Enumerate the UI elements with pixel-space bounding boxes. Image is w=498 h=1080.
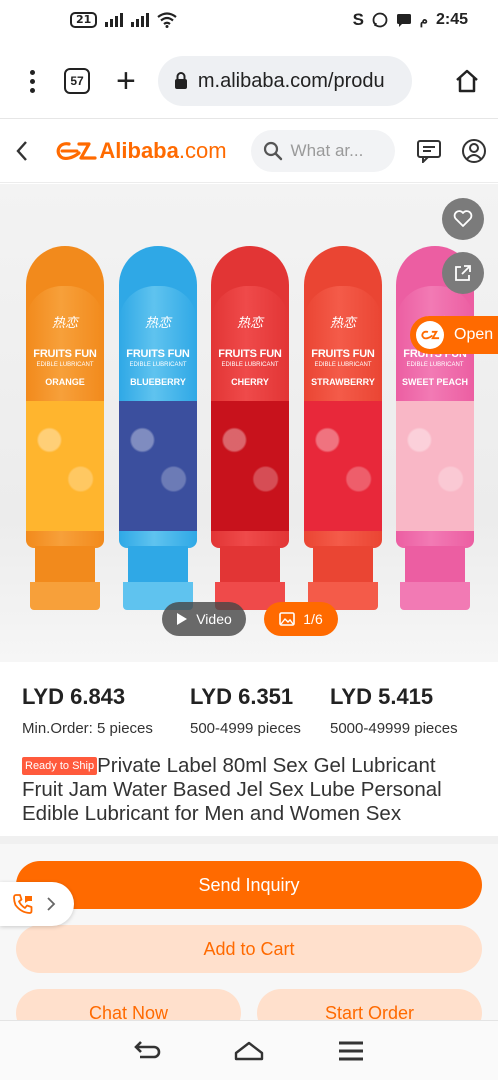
bottle-line: FRUITS FUN	[311, 348, 375, 360]
product-bottle: 热恋FRUITS FUNEDIBLE LUBRICANTORANGEC 80ml…	[26, 246, 104, 618]
site-header: Alibaba.com What ar...	[0, 119, 498, 183]
bottle-line: FRUITS FUN	[218, 348, 282, 360]
product-bottle: 热恋FRUITS FUNEDIBLE LUBRICANTSTRAWBERRYC …	[304, 246, 382, 618]
nav-menu-icon[interactable]	[331, 1031, 371, 1071]
price-tiers: LYD 6.843 Min.Order: 5 pieces LYD 6.351 …	[0, 662, 498, 752]
alibaba-logo-icon	[57, 141, 97, 160]
price-tier: LYD 6.351 500-4999 pieces	[190, 684, 301, 737]
tabs-icon[interactable]: 57	[64, 68, 90, 94]
price-value: LYD 6.843	[22, 684, 126, 709]
clock: 2:45	[435, 11, 468, 28]
photo-counter: 1/6	[303, 611, 323, 627]
bottle-subline: EDIBLE LUBRICANT	[36, 362, 94, 368]
product-title: Ready to Ship Private Label 80ml Sex Gel …	[22, 754, 476, 826]
product-bottle: 热恋FRUITS FUNEDIBLE LUBRICANTSWEET PEACHC…	[396, 246, 474, 618]
whatsapp-icon	[372, 12, 388, 28]
bottle-flavor: ORANGE	[45, 377, 85, 387]
section-divider	[0, 836, 498, 844]
bottle-line: FRUITS FUN	[33, 348, 97, 360]
search-icon	[263, 141, 282, 160]
home-icon[interactable]	[450, 64, 484, 98]
price-value: LYD 5.415	[330, 684, 434, 709]
send-inquiry-button[interactable]: Send Inquiry	[16, 861, 482, 909]
message-notification-icon	[396, 14, 411, 27]
alibaba-app-icon	[416, 321, 444, 349]
bottle-subline: EDIBLE LUBRICANT	[314, 362, 372, 368]
ampm-label: م	[419, 12, 428, 27]
signal-icon	[105, 13, 124, 27]
product-title-block: Ready to Ship Private Label 80ml Sex Gel …	[0, 752, 498, 836]
bottle-flavor: STRAWBERRY	[311, 377, 375, 387]
add-to-cart-button[interactable]: Add to Cart	[16, 925, 482, 973]
system-nav-bar	[0, 1020, 498, 1080]
bottle-subline: EDIBLE LUBRICANT	[129, 362, 187, 368]
wifi-icon	[157, 12, 177, 28]
photo-counter-button[interactable]: 1/6	[264, 602, 338, 636]
price-tier: LYD 5.415 5000-49999 pieces	[330, 684, 458, 737]
user-icon[interactable]	[461, 137, 488, 165]
price-quantity: 500-4999 pieces	[190, 720, 301, 737]
ready-to-ship-badge: Ready to Ship	[22, 757, 98, 775]
bottle-flavor: CHERRY	[231, 377, 269, 387]
battery-icon: 21	[70, 12, 98, 28]
open-in-app-button[interactable]: Open	[410, 316, 498, 354]
signal-icon-2	[131, 13, 150, 27]
image-icon	[279, 612, 296, 626]
kebab-menu-icon[interactable]	[14, 61, 50, 101]
address-bar[interactable]: m.alibaba.com/produ	[157, 56, 412, 106]
bottle-brand: 热恋	[144, 316, 171, 331]
logo-text: Alibaba.com	[99, 137, 227, 163]
url-text: m.alibaba.com/produ	[197, 69, 385, 92]
search-placeholder: What ar...	[290, 140, 364, 160]
browser-toolbar: 57 + m.alibaba.com/produ	[0, 48, 498, 114]
action-panel: Send Inquiry Add to Cart Chat Now Start …	[0, 844, 498, 1037]
product-image-gallery[interactable]: 热恋FRUITS FUNEDIBLE LUBRICANTORANGEC 80ml…	[0, 184, 498, 662]
bottle-line: FRUITS FUN	[126, 348, 190, 360]
bottle-flavor: BLUEBERRY	[130, 377, 186, 387]
product-bottle: 热恋FRUITS FUNEDIBLE LUBRICANTBLUEBERRYC 8…	[119, 246, 197, 618]
price-value: LYD 6.351	[190, 684, 294, 709]
heart-icon[interactable]	[442, 198, 484, 240]
plus-icon[interactable]: +	[116, 64, 136, 98]
status-bar: 21 S م 2:45	[0, 0, 498, 40]
search-input[interactable]: What ar...	[250, 129, 396, 172]
open-label: Open	[454, 326, 494, 343]
message-icon[interactable]	[415, 137, 442, 165]
bottle-subline: EDIBLE LUBRICANT	[221, 362, 279, 368]
price-quantity: Min.Order: 5 pieces	[22, 720, 153, 737]
chevron-right-icon	[47, 897, 56, 911]
phone-icon	[13, 894, 33, 914]
price-tier: LYD 6.843 Min.Order: 5 pieces	[22, 684, 153, 737]
share-icon[interactable]	[442, 252, 484, 294]
bottle-brand: 热恋	[236, 316, 263, 331]
back-chevron-icon[interactable]	[10, 136, 33, 166]
bottle-brand: 热恋	[329, 316, 356, 331]
nav-home-icon[interactable]	[229, 1031, 269, 1071]
bottle-subline: EDIBLE LUBRICANT	[406, 362, 464, 368]
product-bottle: 热恋FRUITS FUNEDIBLE LUBRICANTCHERRYC 80ml…	[211, 246, 289, 618]
bottle-brand: 热恋	[51, 316, 78, 331]
video-button[interactable]: Video	[162, 602, 246, 636]
video-label: Video	[196, 611, 232, 627]
call-supplier-button[interactable]	[0, 882, 74, 926]
s-notification-icon: S	[352, 10, 364, 29]
bottle-flavor: SWEET PEACH	[401, 377, 468, 387]
nav-back-icon[interactable]	[127, 1031, 167, 1071]
alibaba-logo[interactable]: Alibaba.com	[53, 137, 227, 164]
play-icon	[177, 613, 188, 625]
price-quantity: 5000-49999 pieces	[330, 720, 458, 737]
lock-icon	[174, 72, 187, 89]
